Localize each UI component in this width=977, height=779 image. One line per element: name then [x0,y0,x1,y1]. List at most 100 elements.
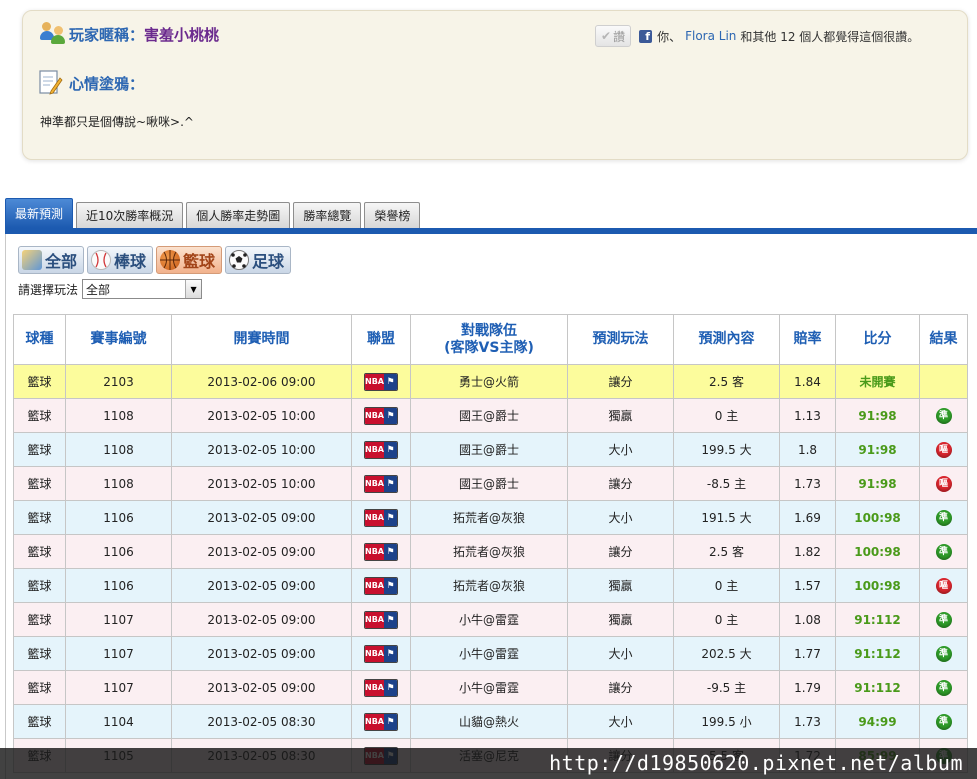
event-id-cell: 1106 [65,568,172,603]
table-header-row: 球種 賽事編號 開賽時間 聯盟 對戰隊伍 (客隊VS主隊) 預測玩法 預測內容 賠… [13,314,968,365]
like-text-rest: 和其他 12 個人都覺得這個很讚。 [740,29,920,44]
sport-button-baseball[interactable]: 棒球 [87,246,154,274]
table-row: 籃球 1106 2013-02-05 09:00 NBA ⚑ 拓荒者@灰狼 大小 191.5 … [13,500,968,535]
pick-cell: 199.5 大 [673,432,780,467]
matchup-cell: 山貓@熱火 [410,704,568,739]
nba-logo-icon: NBA⚑ [364,678,398,697]
nickname-label: 玩家暱稱： [69,25,145,44]
start-time-cell: 2013-02-05 09:00 [171,602,352,637]
nba-logo-mark: ⚑ [383,611,397,628]
nba-logo-mark: ⚑ [383,713,397,730]
table-row: 籃球 1106 2013-02-05 09:00 NBA ⚑ 拓荒者@灰狼 獨贏 0 主 1.5… [13,568,968,603]
mood-row: 心情塗鴉： [39,69,144,97]
result-cell: 嘔 [919,466,968,501]
matchup-cell: 小牛@雷霆 [410,602,568,637]
facebook-icon: f [639,29,653,43]
sport-cell: 籃球 [13,466,66,501]
play-type-cell: 讓分 [567,364,674,399]
event-id-cell: 1108 [65,466,172,501]
odds-cell: 1.57 [779,568,836,603]
tab-win-rate-overview[interactable]: 勝率總覽 [293,202,362,228]
score-cell: 100:98 [835,534,920,569]
result-cell: 準 [919,534,968,569]
sport-button-label: 足球 [252,252,285,271]
start-time-cell: 2013-02-05 09:00 [171,636,352,671]
mood-label: 心情塗鴉： [69,74,145,93]
sport-cell: 籃球 [13,602,66,637]
like-friend-link[interactable]: Flora Lin [685,29,736,43]
header-event-id: 賽事編號 [65,314,172,365]
header-play-type: 預測玩法 [567,314,674,365]
result-win-icon: 準 [935,679,952,696]
table-row: 籃球 1107 2013-02-05 09:00 NBA ⚑ 小牛@雷霆 獨贏 0 主 1.08… [13,602,968,637]
tab-bar: 最新預測 近10次勝率概況 個人勝率走勢圖 勝率總覽 榮譽榜 [5,198,423,228]
play-type-cell: 讓分 [567,466,674,501]
score-cell: 91:98 [835,466,920,501]
tab-win-rate-trend[interactable]: 個人勝率走勢圖 [186,202,291,228]
tab-last-10-win-rate[interactable]: 近10次勝率概況 [76,202,184,228]
play-type-cell: 讓分 [567,670,674,705]
nba-logo-text: NBA [365,509,384,526]
matchup-cell: 國王@爵士 [410,466,568,501]
play-type-cell: 獨贏 [567,398,674,433]
users-icon [39,21,67,47]
matchup-cell: 小牛@雷霆 [410,636,568,671]
nba-logo-mark: ⚑ [383,475,397,492]
sport-button-soccer[interactable]: 足球 [225,246,292,274]
play-type-select[interactable]: 全部 ▼ [82,279,203,299]
nba-logo-text: NBA [365,611,384,628]
nba-logo-mark: ⚑ [383,373,397,390]
start-time-cell: 2013-02-05 08:30 [171,704,352,739]
like-button[interactable]: ✔ 讚 [595,25,632,47]
header-odds: 賠率 [779,314,836,365]
start-time-cell: 2013-02-06 09:00 [171,364,352,399]
nba-logo-text: NBA [365,713,384,730]
tab-latest-predictions[interactable]: 最新預測 [5,198,74,228]
event-id-cell: 2103 [65,364,172,399]
table-row: 籃球 1107 2013-02-05 09:00 NBA ⚑ 小牛@雷霆 讓分 -9.5 主1… [13,670,968,705]
header-league: 聯盟 [351,314,411,365]
sport-cell: 籃球 [13,500,66,535]
nba-logo-text: NBA [365,407,384,424]
nba-logo-mark: ⚑ [383,679,397,696]
event-id-cell: 1104 [65,704,172,739]
odds-cell: 1.08 [779,602,836,637]
result-cell: 嘔 [919,432,968,467]
pick-cell: 191.5 大 [673,500,780,535]
tab-honor-roll[interactable]: 榮譽榜 [364,202,421,228]
check-icon: ✔ [601,29,612,43]
select-value: 全部 [86,282,111,297]
event-id-cell: 1106 [65,500,172,535]
nba-logo-icon: NBA⚑ [364,712,398,731]
dropdown-arrow-icon[interactable]: ▼ [185,280,202,298]
predictions-table-body: 籃球 2103 2013-02-06 09:00 NBA ⚑ 勇士@火箭 讓分 2.5 客 1.… [13,364,968,773]
table-row: 籃球 1104 2013-02-05 08:30 NBA ⚑ 山貓@熱火 大小 199.5 小… [13,704,968,739]
sport-button-basketball[interactable]: 籃球 [156,246,223,274]
nba-logo-text: NBA [365,645,384,662]
score-cell: 91:112 [835,670,920,705]
table-row: 籃球 2103 2013-02-06 09:00 NBA ⚑ 勇士@火箭 讓分 2.5 客 1.… [13,364,968,399]
basketball-icon [160,250,181,270]
score-cell: 91:98 [835,432,920,467]
nba-logo-mark: ⚑ [383,577,397,594]
result-win-icon: 準 [935,509,952,526]
pick-cell: 199.5 小 [673,704,780,739]
sport-cell: 籃球 [13,636,66,671]
play-type-cell: 大小 [567,500,674,535]
pick-cell: 0 主 [673,568,780,603]
start-time-cell: 2013-02-05 09:00 [171,500,352,535]
nba-logo-text: NBA [365,679,384,696]
sport-button-label: 籃球 [183,252,216,271]
play-type-cell: 大小 [567,432,674,467]
result-lose-icon: 嘔 [935,441,952,458]
sport-button-all[interactable]: 全部 [18,246,85,274]
event-id-cell: 1107 [65,670,172,705]
play-type-cell: 大小 [567,704,674,739]
watermark: http://d19850620.pixnet.net/album [0,748,977,779]
league-cell: NBA⚑ [351,534,411,569]
header-matchup: 對戰隊伍 (客隊VS主隊) [410,314,568,365]
odds-cell: 1.79 [779,670,836,705]
odds-cell: 1.84 [779,364,836,399]
score-cell: 100:98 [835,568,920,603]
score-cell: 94:99 [835,704,920,739]
